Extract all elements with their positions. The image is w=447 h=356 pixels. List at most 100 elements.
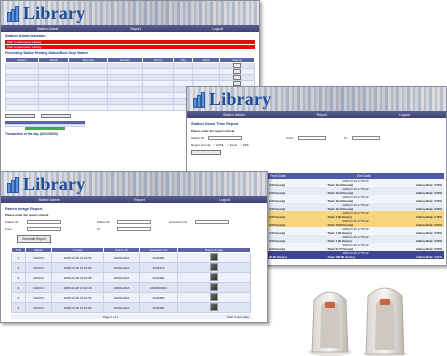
- from-label: From: [5, 227, 12, 231]
- patron-image-report-window: Library Station Admin Report Logout Patr…: [0, 171, 268, 323]
- logo-text: Library: [23, 174, 86, 194]
- rfid-station-device: [300, 282, 430, 356]
- table-cell: A0001234A: [103, 262, 140, 273]
- format-radio-html[interactable]: ○ HTML: [213, 143, 224, 147]
- table-cell: A0001234A: [103, 292, 140, 303]
- nav-logout[interactable]: Logout: [212, 27, 223, 31]
- library-banner: Library: [187, 87, 446, 111]
- table-cell: A0001234A: [103, 252, 140, 263]
- from-label: From:: [286, 136, 295, 140]
- patron-photo[interactable]: [210, 253, 218, 261]
- downtime-rate: Failure Rate: 0.00%: [416, 191, 442, 195]
- patron-id-field[interactable]: [117, 220, 151, 224]
- downtime-rate: Failure Rate: 0.00%: [416, 231, 442, 235]
- action-button[interactable]: [233, 63, 242, 68]
- nav-logout[interactable]: Logout: [399, 113, 410, 117]
- format-radio-excel[interactable]: ○ Excel: [227, 143, 237, 147]
- patron-image-table: S/N Station Tx Date Patron ID Accession …: [11, 247, 251, 313]
- nav-station-admin[interactable]: Station Admin: [223, 113, 245, 117]
- patron-photo-cell: [177, 252, 251, 263]
- nav-report[interactable]: Report: [130, 27, 141, 31]
- patron-photo[interactable]: [210, 293, 218, 301]
- table-cell: 5444379: [139, 262, 178, 273]
- table-cell: 2005-02-28 13:44:56: [51, 292, 104, 303]
- patron-photo-cell: [177, 302, 251, 313]
- table-cell: 2005-02-28 13:43:56: [51, 262, 104, 273]
- nav-station-admin[interactable]: Station Admin: [37, 27, 59, 31]
- patron-photo-cell: [177, 282, 251, 293]
- station-id-select[interactable]: [27, 220, 61, 224]
- page-indicator[interactable]: Page 1 of 1: [103, 315, 118, 319]
- downtime-rate: Failure Rate: 0.00%: [416, 183, 442, 187]
- table-row: 1 CHKIN1 2005-02-28 13:43:56 A0001234A 54463…: [11, 252, 251, 263]
- patron-photo[interactable]: [210, 283, 218, 291]
- table-cell: 2: [11, 262, 26, 273]
- nav-report[interactable]: Report: [317, 113, 328, 117]
- downtime-left: 0.00 Hour(s): [269, 207, 286, 211]
- nav-bar: Station Admin Report Logout: [1, 25, 259, 32]
- table-cell: CHKIN1: [25, 262, 52, 273]
- table-cell: 5446390: [139, 272, 178, 283]
- rfid-device-illustration: [308, 287, 407, 356]
- col-from-date: From Date: [270, 174, 286, 178]
- disable-button[interactable]: [41, 114, 71, 118]
- downtime-left: 0.00 Hour(s): [269, 223, 286, 227]
- library-logo: Library: [7, 174, 85, 195]
- total-records: Total: 6 record(s): [226, 314, 249, 319]
- downtime-total-row: 82.25 Hour(s) Total: 180.80 Hour(s) Failur…: [267, 255, 444, 259]
- table-cell: 2005-02-28 13:44:56: [51, 302, 104, 313]
- accession-no-field[interactable]: [195, 220, 229, 224]
- patron-photo[interactable]: [210, 303, 218, 311]
- downtime-left: 82.25 Hour(s): [269, 255, 287, 259]
- table-cell: 5: [11, 292, 26, 303]
- nav-logout[interactable]: Logout: [219, 198, 230, 202]
- book-icon: [193, 91, 207, 108]
- table-cell: CHKIN1: [25, 282, 52, 293]
- to-label: To: [97, 227, 101, 231]
- nav-report[interactable]: Report: [134, 198, 145, 202]
- patron-photo-cell: [177, 262, 251, 273]
- to-date-field[interactable]: [117, 227, 151, 231]
- status-summary: [5, 121, 85, 130]
- table-cell: 2005-02-28 13:44:18: [51, 282, 104, 293]
- patron-image-rows: 1 CHKIN1 2005-02-28 13:43:56 A0001234A 54463…: [11, 252, 251, 313]
- from-date-field[interactable]: [27, 227, 61, 231]
- downtime-rate: Failure Rate: 0.00%: [416, 239, 442, 243]
- patron-photo[interactable]: [210, 263, 218, 271]
- format-radio-pdf[interactable]: ○ PDF: [240, 143, 249, 147]
- patron-photo[interactable]: [210, 273, 218, 281]
- downtime-rate: Failure Rate: 4.21%: [416, 255, 442, 259]
- table-cell: 6: [11, 302, 26, 313]
- library-logo: Library: [193, 89, 271, 110]
- alert-bar: Path to document: Library: [5, 45, 255, 49]
- downtime-rows: 2005-02-25 17:55:20 0.00 Hour(s) Total: 49…: [267, 179, 444, 259]
- patron-photo-cell: [177, 292, 251, 303]
- table-cell: 1: [11, 252, 26, 263]
- accession-no-label: Accession No: [169, 220, 188, 224]
- table-cell: CHKIN1: [25, 302, 52, 313]
- downtime-rate: Failure Rate: 0.00%: [416, 223, 442, 227]
- station-id-select[interactable]: [208, 136, 243, 140]
- criteria-label: Please enter the report criteria: [5, 213, 49, 217]
- downtime-left: 0.00 Hour(s): [269, 239, 286, 243]
- col-end-date: End Date: [357, 174, 371, 178]
- table-cell: 5446390: [139, 252, 178, 263]
- action-button[interactable]: [233, 69, 242, 74]
- table-cell: 3: [11, 272, 26, 283]
- generate-report-button[interactable]: [191, 150, 221, 155]
- table-cell: A0001234A: [103, 272, 140, 283]
- downtime-total: Total: 180.80 Hour(s): [327, 255, 355, 259]
- alert-bar: Path to document: Library: [5, 40, 255, 44]
- nav-bar: Station Admin Report Logout: [187, 111, 446, 118]
- to-date-field[interactable]: [352, 136, 381, 140]
- downtime-rate: Failure Rate: 0.00%: [416, 247, 442, 251]
- nav-station-admin[interactable]: Station Admin: [38, 198, 60, 202]
- enable-button[interactable]: [5, 114, 35, 118]
- nav-bar: Station Admin Report Logout: [1, 196, 267, 203]
- page-title: Station Down Time Report: [191, 122, 239, 126]
- criteria-label: Please enter the report criteria: [191, 129, 235, 133]
- action-button[interactable]: [233, 75, 242, 80]
- generate-report-button[interactable]: Generate Report: [17, 235, 51, 243]
- station-id-label: Station ID: [191, 136, 205, 140]
- from-date-field[interactable]: [298, 136, 327, 140]
